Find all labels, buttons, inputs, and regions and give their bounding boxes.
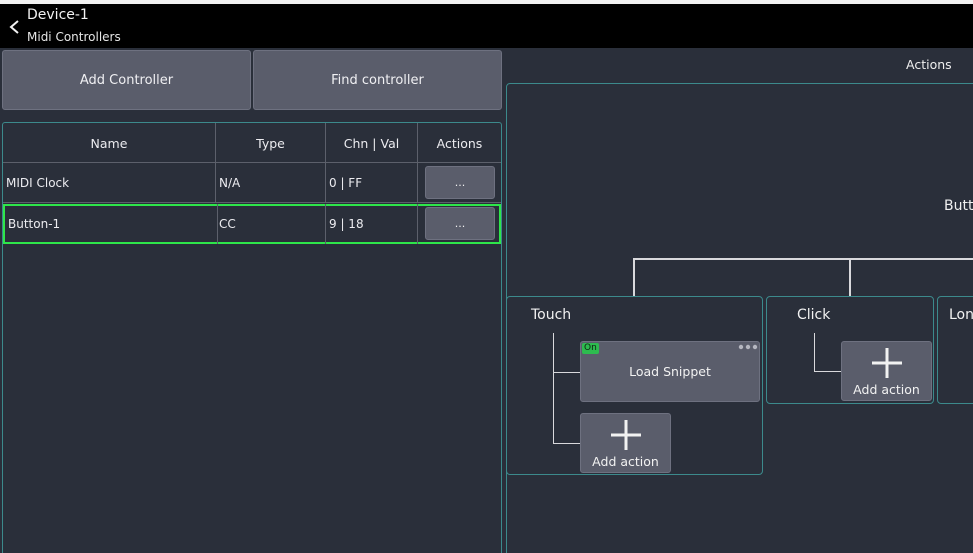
cell-type: N/A: [216, 163, 326, 203]
tree-branch-line: [633, 258, 973, 260]
event-title-long-press: Lon: [949, 307, 973, 323]
click-tree-line: [814, 333, 815, 372]
column-header-actions: Actions: [436, 135, 483, 151]
event-title-touch: Touch: [531, 307, 572, 323]
touch-tree-line: [553, 333, 554, 444]
cell-name: Button-1: [5, 204, 218, 244]
actions-panel-label: Actions: [906, 57, 952, 72]
page-subtitle: Midi Controllers: [27, 30, 121, 44]
more-options-icon[interactable]: [738, 344, 758, 350]
add-controller-button[interactable]: Add Controller: [2, 50, 251, 110]
column-header-chn-val: Chn | Val: [326, 123, 418, 163]
card-label: Load Snippet: [629, 364, 711, 379]
add-action-button[interactable]: Add action: [580, 413, 671, 473]
card-label: Add action: [592, 454, 659, 469]
event-click-box: Click Add action: [766, 296, 934, 404]
tree-connector-touch: [633, 258, 635, 296]
find-controller-button[interactable]: Find controller: [253, 50, 502, 110]
controller-root-label: Butt: [944, 198, 973, 214]
event-touch-box: Touch On Load Snippet Add action: [506, 296, 763, 475]
plus-icon: [611, 420, 641, 450]
click-tree-branch: [814, 371, 841, 372]
tree-connector-click: [849, 258, 851, 296]
column-header-name: Name: [3, 123, 216, 163]
table-row-selected[interactable]: Button-1 CC 9 | 18 ...: [3, 204, 501, 244]
cell-actions: ...: [418, 204, 501, 244]
on-status-badge: On: [582, 343, 599, 354]
touch-tree-branch: [553, 372, 580, 373]
row-actions-button[interactable]: ...: [425, 207, 495, 240]
add-action-button[interactable]: Add action: [841, 341, 932, 401]
device-title: Device-1: [27, 7, 89, 23]
card-label: Add action: [853, 382, 920, 397]
app-header: Device-1 Midi Controllers: [0, 4, 973, 48]
back-chevron-icon[interactable]: [6, 16, 22, 38]
touch-tree-branch: [553, 443, 580, 444]
cell-name: MIDI Clock: [3, 163, 216, 203]
cell-type: CC: [216, 204, 326, 244]
plus-icon: [872, 348, 902, 378]
controllers-table: Name Type Chn | Val Actions MIDI Clock N…: [2, 122, 502, 553]
load-snippet-action-card[interactable]: On Load Snippet: [580, 341, 760, 402]
column-header-type: Type: [216, 123, 326, 163]
cell-chn-val: 9 | 18: [326, 204, 418, 244]
table-header-row: Name Type Chn | Val Actions: [3, 123, 501, 163]
event-long-press-box: Lon: [937, 296, 973, 404]
cell-chn-val: 0 | FF: [326, 163, 418, 203]
row-actions-button[interactable]: ...: [425, 166, 495, 199]
table-row[interactable]: MIDI Clock N/A 0 | FF ...: [3, 163, 501, 203]
event-title-click: Click: [797, 307, 831, 323]
cell-actions: ...: [418, 163, 501, 203]
